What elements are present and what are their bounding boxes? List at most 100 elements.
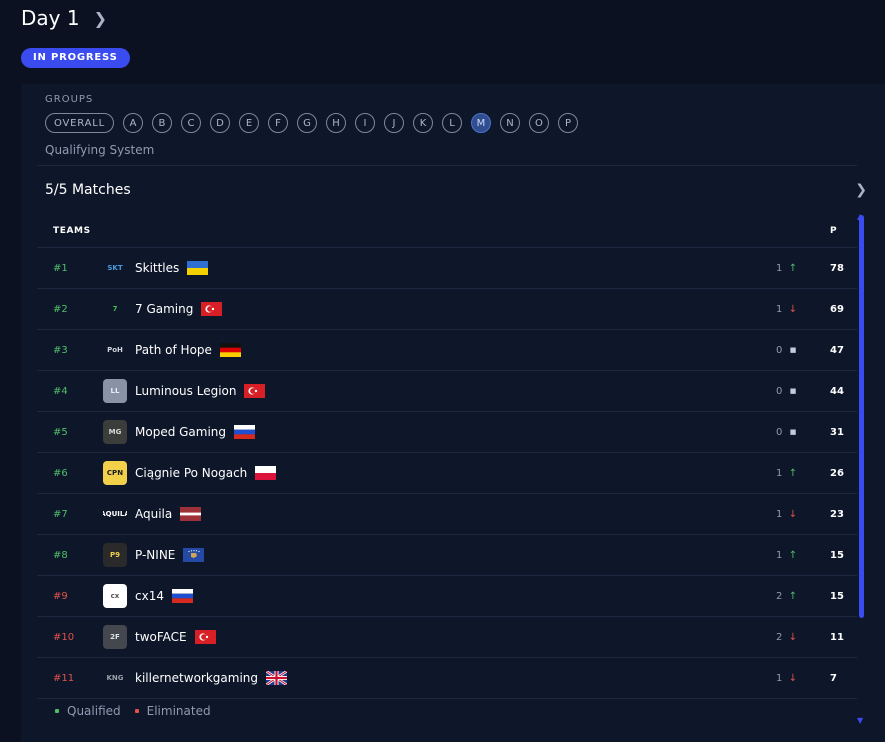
team-name[interactable]: twoFACE: [135, 630, 216, 645]
team-name[interactable]: P-NINE: [135, 548, 205, 563]
team-logo-icon: cx: [103, 584, 127, 608]
team-logo-icon: MG: [103, 420, 127, 444]
day-title: Day 1: [21, 6, 80, 30]
matches-title[interactable]: 5/5 Matches: [45, 182, 131, 198]
team-logo-icon: SKT: [103, 256, 127, 280]
flag-turkey-icon: [194, 630, 216, 645]
legend-label: Eliminated: [146, 704, 211, 718]
chevron-right-icon[interactable]: ❯: [94, 9, 107, 28]
group-chip-o[interactable]: O: [528, 113, 549, 133]
flag-germany-icon: [219, 343, 241, 358]
qualified-dot-icon: [55, 709, 59, 713]
points: 11: [830, 631, 844, 643]
trend-up-icon: ↑: [788, 262, 798, 274]
team-name[interactable]: killernetworkgaming: [135, 671, 288, 686]
team-name[interactable]: 7 Gaming: [135, 302, 223, 317]
table-row[interactable]: #9 cx cx14 2 ↑ 15: [37, 576, 857, 617]
flag-russia-icon: [234, 425, 256, 440]
team-logo-icon: P9: [103, 543, 127, 567]
group-chip-p[interactable]: P: [557, 113, 578, 133]
team-name[interactable]: Aquila: [135, 507, 202, 522]
table-row[interactable]: #7 AQUILA Aquila 1 ↓ 23: [37, 494, 857, 535]
scrollbar[interactable]: [859, 215, 864, 618]
team-logo-icon: PoH: [103, 338, 127, 362]
table-row[interactable]: #3 PoH Path of Hope 0 ■ 47: [37, 330, 857, 371]
rank: #4: [53, 385, 68, 397]
group-chip-n[interactable]: N: [499, 113, 520, 133]
position-change: 2: [776, 590, 783, 602]
table-row[interactable]: #4 LL Luminous Legion 0 ■ 44: [37, 371, 857, 412]
group-chip-f[interactable]: F: [267, 113, 288, 133]
team-name[interactable]: Skittles: [135, 261, 209, 276]
position-change: 1: [776, 549, 783, 561]
qualifying-system-link[interactable]: Qualifying System: [45, 143, 154, 157]
trend-down-icon: ↓: [788, 672, 798, 684]
column-header-teams: TEAMS: [53, 226, 91, 236]
table-row[interactable]: #6 CPN Ciągnie Po Nogach 1 ↑ 26: [37, 453, 857, 494]
team-name[interactable]: Moped Gaming: [135, 425, 256, 440]
team-logo-icon: 7: [103, 297, 127, 321]
team-name[interactable]: Path of Hope: [135, 343, 241, 358]
team-logo-icon: 2F: [103, 625, 127, 649]
group-chip-l[interactable]: L: [441, 113, 462, 133]
points: 47: [830, 344, 844, 356]
rank: #11: [53, 672, 75, 684]
position-change: 0: [776, 385, 783, 397]
trend-neutral-icon: ■: [789, 346, 797, 354]
team-name[interactable]: Ciągnie Po Nogach: [135, 466, 277, 481]
group-chip-j[interactable]: J: [383, 113, 404, 133]
flag-latvia-icon: [180, 507, 202, 522]
flag-poland-icon: [255, 466, 277, 481]
position-change: 1: [776, 672, 783, 684]
group-chip-k[interactable]: K: [412, 113, 433, 133]
rank: #5: [53, 426, 68, 438]
team-logo-icon: AQUILA: [103, 502, 127, 526]
team-name[interactable]: Luminous Legion: [135, 384, 266, 399]
position-change: 1: [776, 467, 783, 479]
rank: #10: [53, 631, 75, 643]
table-row[interactable]: #2 7 7 Gaming 1 ↓ 69: [37, 289, 857, 330]
flag-turkey-icon: [244, 384, 266, 399]
trend-down-icon: ↓: [788, 631, 798, 643]
chevron-right-icon[interactable]: ❯: [855, 182, 867, 198]
team-logo-icon: CPN: [103, 461, 127, 485]
group-filter: OVERALL A B C D E F G H I J K L M N O P: [45, 113, 578, 133]
rank: #2: [53, 303, 68, 315]
table-row[interactable]: #11 KNG killernetworkgaming 1 ↓ 7: [37, 658, 857, 699]
position-change: 2: [776, 631, 783, 643]
scroll-down-icon[interactable]: ▼: [857, 716, 863, 725]
points: 7: [830, 672, 837, 684]
position-change: 1: [776, 262, 783, 274]
trend-up-icon: ↑: [788, 590, 798, 602]
standings-panel: GROUPS OVERALL A B C D E F G H I J K L M N O P Qualifyin…: [21, 84, 885, 742]
group-chip-e[interactable]: E: [238, 113, 259, 133]
team-name[interactable]: cx14: [135, 589, 193, 604]
group-chip-d[interactable]: D: [209, 113, 230, 133]
flag-ukraine-icon: [187, 261, 209, 276]
group-chip-i[interactable]: I: [354, 113, 375, 133]
table-row[interactable]: #10 2F twoFACE 2 ↓ 11: [37, 617, 857, 658]
points: 23: [830, 508, 844, 520]
points: 78: [830, 262, 844, 274]
team-logo-icon: KNG: [103, 666, 127, 690]
table-header: TEAMS P: [37, 215, 857, 248]
group-chip-a[interactable]: A: [122, 113, 143, 133]
group-chip-g[interactable]: G: [296, 113, 317, 133]
rank: #3: [53, 344, 68, 356]
group-chip-h[interactable]: H: [325, 113, 346, 133]
group-chip-overall[interactable]: OVERALL: [45, 113, 114, 133]
group-chip-b[interactable]: B: [151, 113, 172, 133]
points: 15: [830, 549, 844, 561]
groups-label: GROUPS: [45, 94, 94, 105]
table-row[interactable]: #8 P9 P-NINE 1 ↑ 15: [37, 535, 857, 576]
position-change: 0: [776, 426, 783, 438]
status-badge: IN PROGRESS: [21, 48, 130, 68]
group-chip-c[interactable]: C: [180, 113, 201, 133]
flag-russia-icon: [171, 589, 193, 604]
table-row[interactable]: #5 MG Moped Gaming 0 ■ 31: [37, 412, 857, 453]
table-row[interactable]: #1 SKT Skittles 1 ↑ 78: [37, 248, 857, 289]
rank: #8: [53, 549, 68, 561]
group-chip-m[interactable]: M: [470, 113, 491, 133]
trend-up-icon: ↑: [788, 467, 798, 479]
team-logo-icon: LL: [103, 379, 127, 403]
